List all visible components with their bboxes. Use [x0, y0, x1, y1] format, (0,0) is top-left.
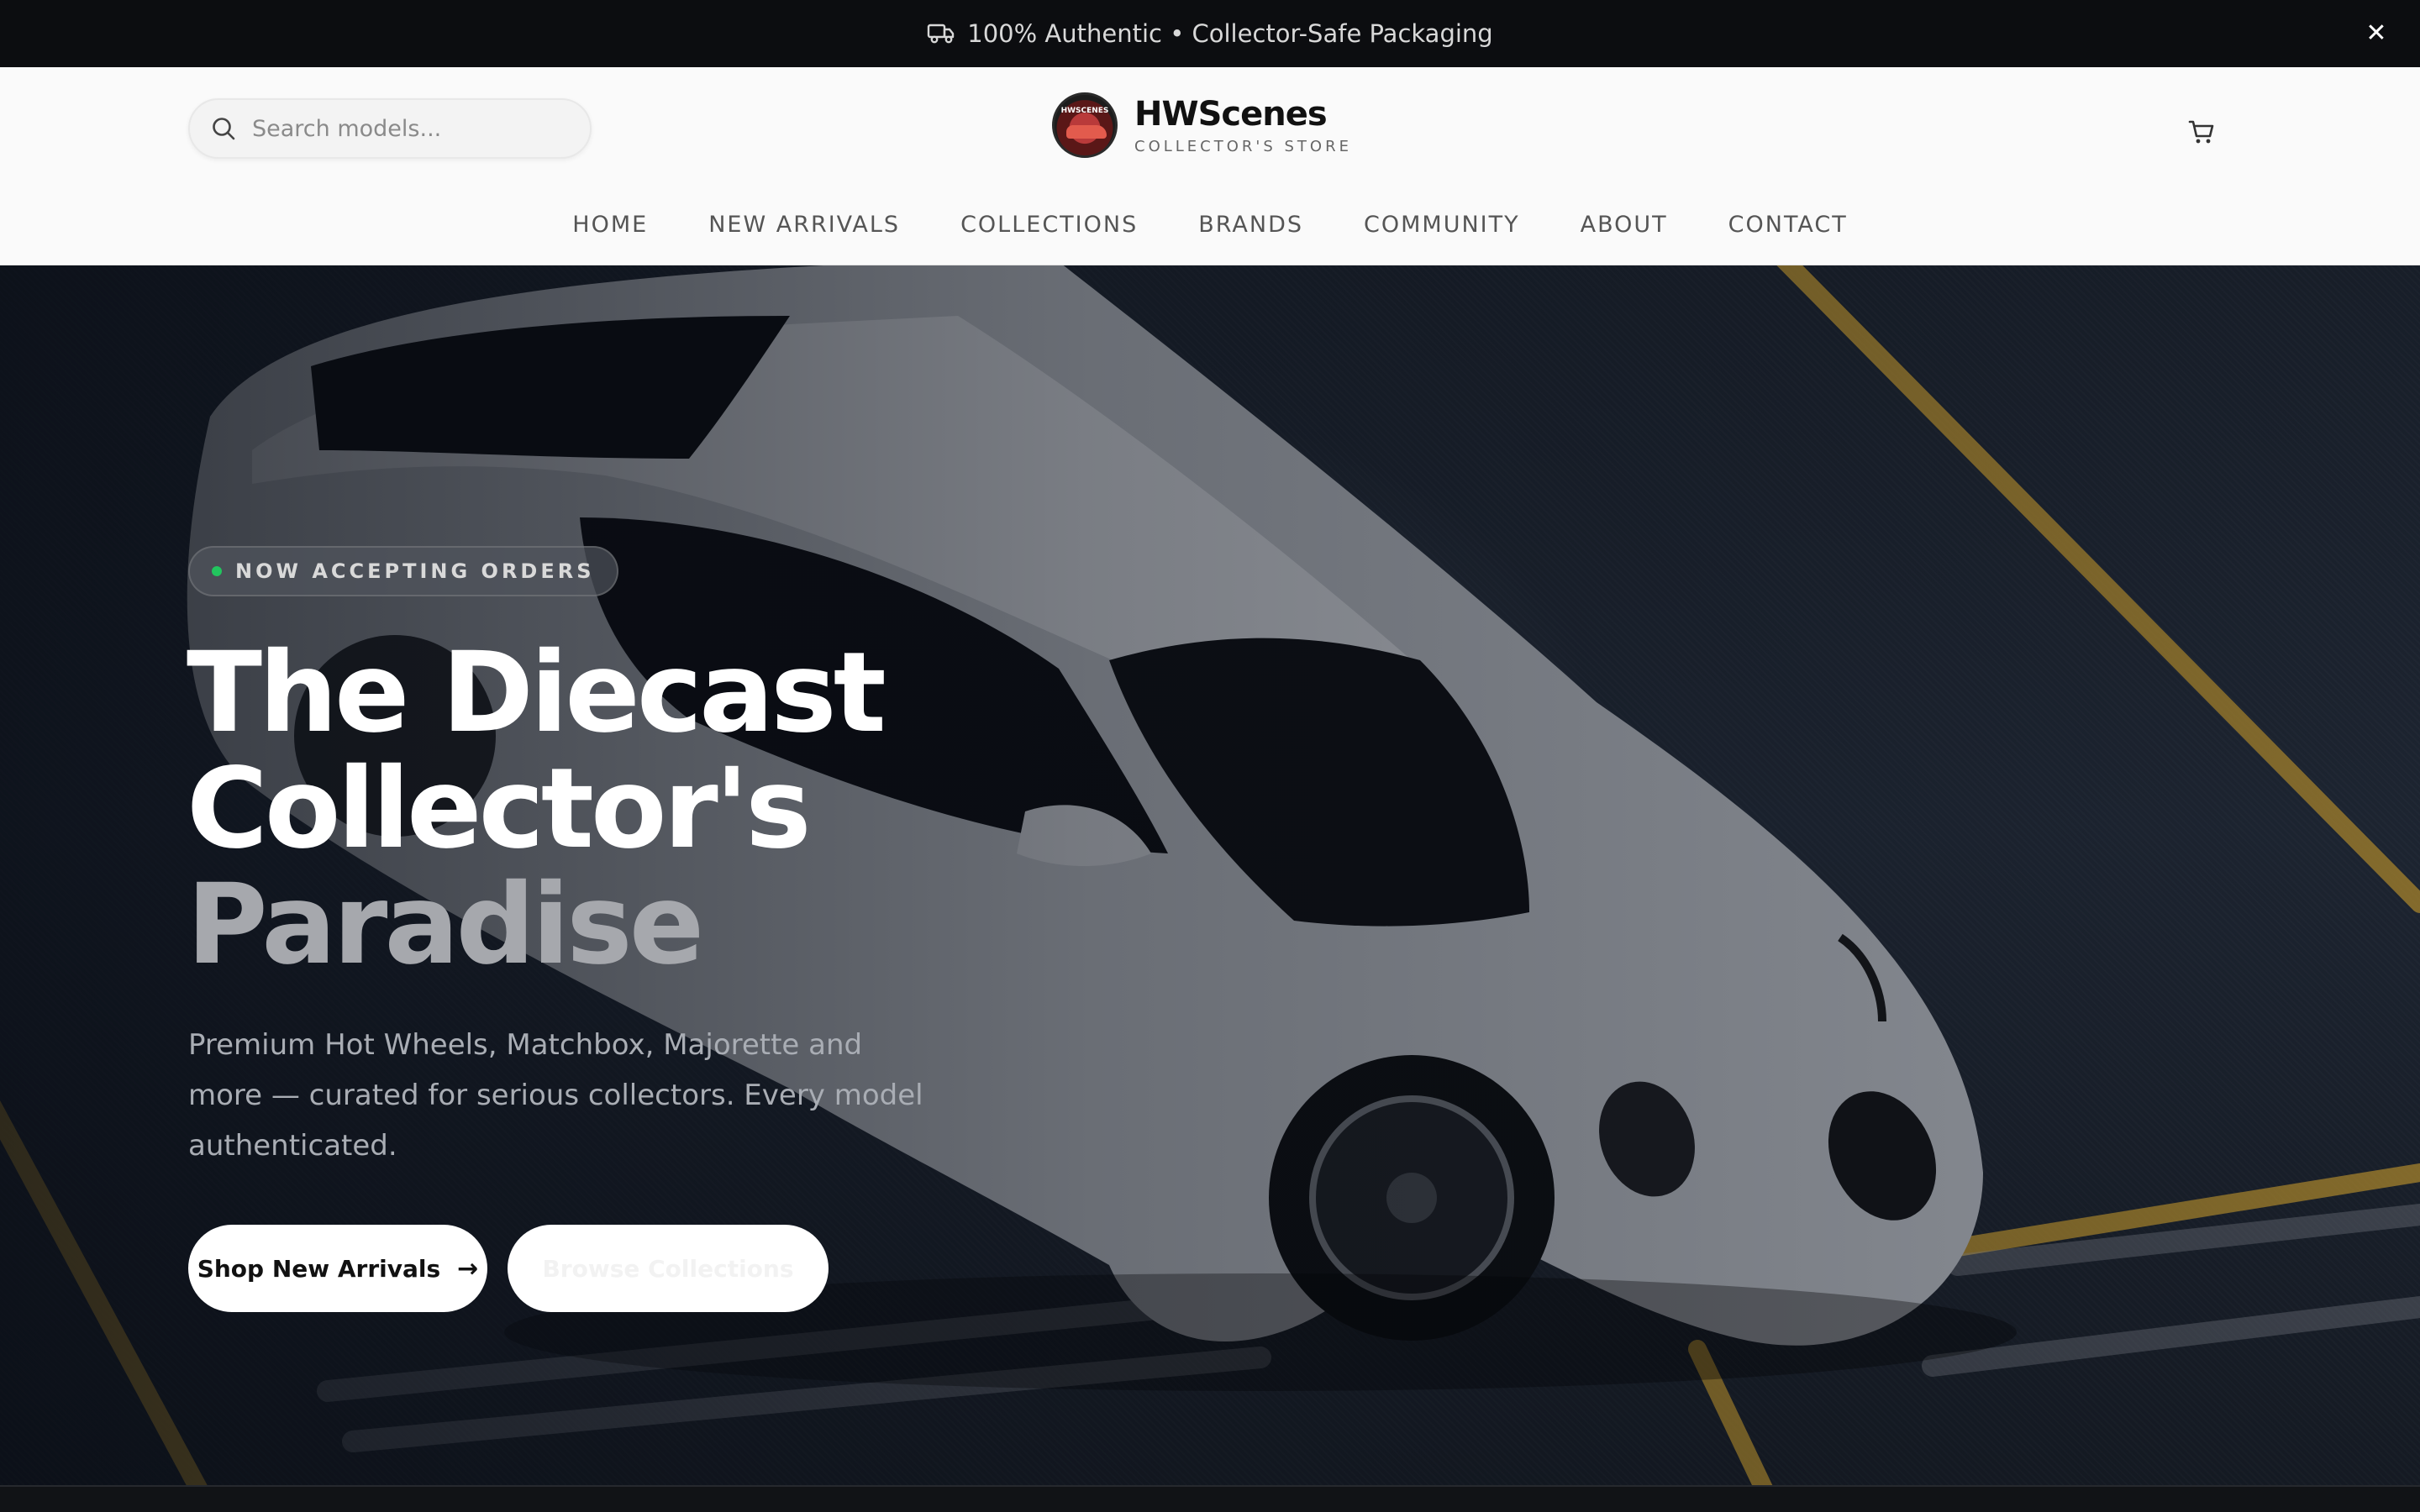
- search-input[interactable]: [252, 115, 571, 142]
- nav-item-collections[interactable]: COLLECTIONS: [960, 208, 1138, 242]
- status-badge: NOW ACCEPTING ORDERS: [188, 546, 618, 596]
- main-nav: HOME NEW ARRIVALS COLLECTIONS BRANDS COM…: [0, 208, 2420, 242]
- brand-logo-text: HWSCENES: [1060, 107, 1109, 115]
- nav-item-home[interactable]: HOME: [572, 208, 648, 242]
- arrow-right-icon: →: [457, 1253, 479, 1284]
- announcement-text: 100% Authentic • Collector-Safe Packagin…: [967, 19, 1493, 48]
- browse-collections-button[interactable]: Browse Collections: [508, 1225, 829, 1312]
- status-dot-icon: [212, 566, 222, 576]
- shop-new-arrivals-label: Shop New Arrivals: [197, 1254, 441, 1283]
- hero-subcopy: Premium Hot Wheels, Matchbox, Majorette …: [188, 1028, 923, 1163]
- hero-headline: The Diecast Collector's Paradise: [187, 628, 886, 990]
- hero-headline-line2: Collector's: [187, 744, 812, 874]
- nav-item-community[interactable]: COMMUNITY: [1364, 208, 1520, 242]
- hero-headline-line1: The Diecast: [187, 628, 886, 758]
- brand-logo: HWSCENES: [1052, 92, 1118, 158]
- status-badge-text: NOW ACCEPTING ORDERS: [235, 559, 595, 583]
- brand[interactable]: HWSCENES HWScenes COLLECTOR'S STORE: [1052, 92, 1352, 158]
- brand-name: HWScenes: [1134, 94, 1328, 134]
- hero-section: NOW ACCEPTING ORDERS The Diecast Collect…: [0, 265, 2420, 1512]
- nav-item-contact[interactable]: CONTACT: [1728, 208, 1848, 242]
- browse-collections-label: Browse Collections: [542, 1254, 794, 1283]
- cart-icon[interactable]: [2185, 114, 2218, 148]
- close-icon[interactable]: ✕: [2363, 20, 2390, 47]
- hero-headline-line3: Paradise: [187, 860, 704, 990]
- truck-icon: [928, 24, 955, 44]
- section-divider: [0, 1485, 2420, 1512]
- site-header: HWSCENES HWScenes COLLECTOR'S STORE HOME…: [0, 67, 2420, 265]
- brand-tagline: COLLECTOR'S STORE: [1134, 137, 1352, 155]
- nav-item-new-arrivals[interactable]: NEW ARRIVALS: [708, 208, 900, 242]
- nav-item-brands[interactable]: BRANDS: [1198, 208, 1303, 242]
- search-box[interactable]: [188, 98, 592, 159]
- search-icon: [213, 118, 235, 140]
- shop-new-arrivals-button[interactable]: Shop New Arrivals →: [188, 1225, 487, 1312]
- announcement-bar: 100% Authentic • Collector-Safe Packagin…: [0, 0, 2420, 67]
- nav-item-about[interactable]: ABOUT: [1581, 208, 1668, 242]
